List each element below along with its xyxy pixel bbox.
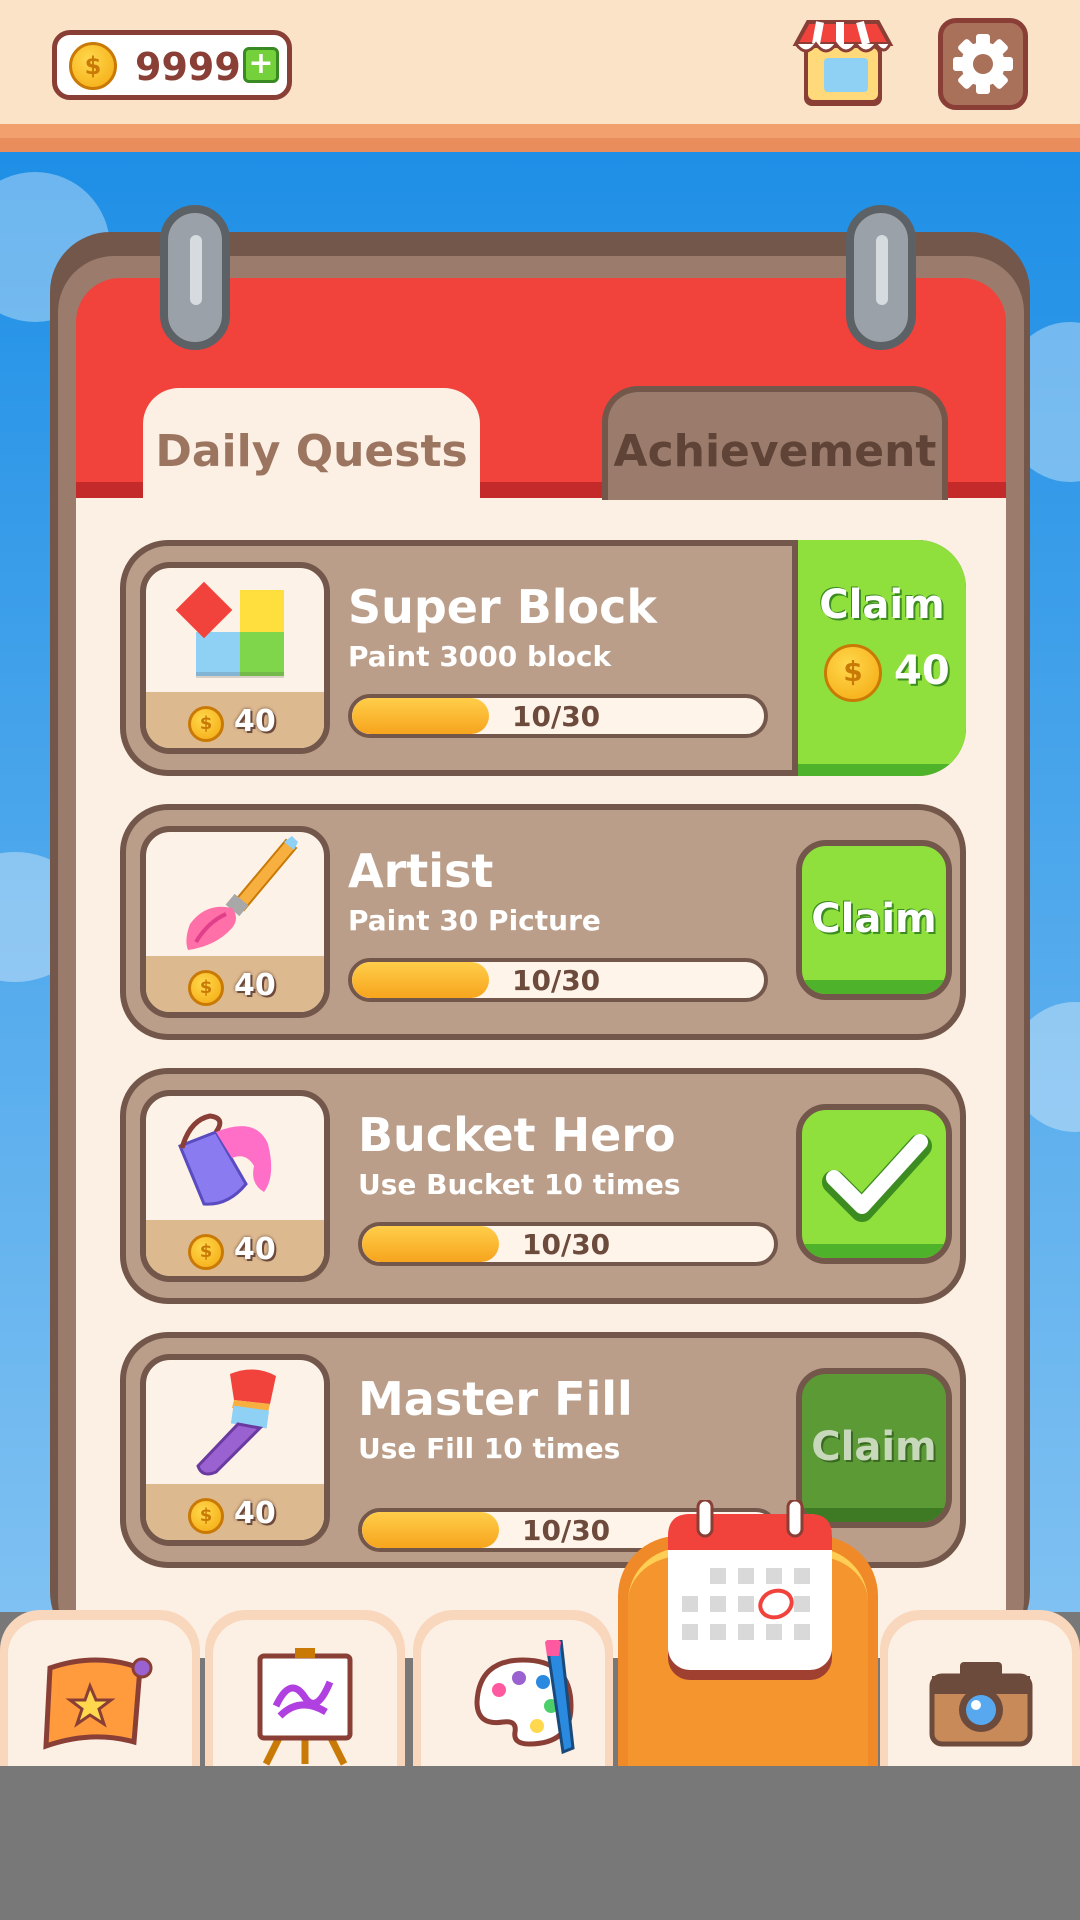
quest-thumbnail: $ 40 <box>140 562 330 754</box>
progress-fill <box>362 1226 500 1262</box>
settings-button[interactable] <box>938 18 1028 110</box>
quest-progress-bar: 10/30 <box>348 694 768 738</box>
progress-text: 10/30 <box>512 700 601 733</box>
quest-title: Master Fill <box>358 1372 633 1426</box>
paintbrush-icon <box>186 836 298 950</box>
checkmark-icon <box>822 1134 932 1222</box>
bottom-nav <box>0 1610 1080 1766</box>
claim-reward-amount: 40 <box>894 648 950 694</box>
coin-icon: $ <box>188 706 224 742</box>
claim-label: Claim <box>819 582 945 628</box>
progress-fill <box>352 698 490 734</box>
blocks-icon <box>175 581 284 678</box>
quest-thumbnail: $ 40 <box>140 826 330 1018</box>
nav-tab-levels[interactable] <box>0 1610 200 1766</box>
top-bar-stripe <box>0 124 1080 138</box>
gear-icon <box>953 34 1013 94</box>
claim-label: Claim <box>811 896 937 942</box>
quest-progress-bar: 10/30 <box>348 958 768 1002</box>
paint-bucket-icon <box>178 1113 272 1206</box>
binder-ring-right <box>846 205 916 350</box>
completed-button[interactable] <box>796 1104 952 1264</box>
quest-description: Use Bucket 10 times <box>358 1168 681 1201</box>
nav-tab-gallery[interactable] <box>205 1610 405 1766</box>
claim-reward-button[interactable]: Claim $ 40 <box>792 540 966 776</box>
claim-button[interactable]: Claim <box>796 840 952 1000</box>
add-coins-button[interactable]: + <box>243 47 279 83</box>
camera-icon <box>929 1662 1033 1747</box>
coin-icon: $ <box>69 42 117 90</box>
quest-description: Use Fill 10 times <box>358 1432 621 1465</box>
quest-reward: 40 <box>234 1232 276 1267</box>
palette-icon <box>474 1640 575 1755</box>
progress-text: 10/30 <box>512 964 601 997</box>
coin-icon: $ <box>188 1234 224 1270</box>
shop-icon <box>792 20 894 106</box>
screen-bottom-area <box>0 1766 1080 1920</box>
quest-title: Super Block <box>348 580 657 634</box>
quest-reward: 40 <box>234 704 276 739</box>
quest-thumbnail: $ 40 <box>140 1354 330 1546</box>
progress-fill <box>352 962 490 998</box>
quest-progress-bar: 10/30 <box>358 1222 778 1266</box>
progress-text: 10/30 <box>522 1228 611 1261</box>
button-shadow <box>798 764 966 776</box>
coin-count: 9999 <box>135 45 241 89</box>
calendar-icon <box>668 1500 832 1680</box>
tab-daily-quests[interactable]: Daily Quests <box>143 388 480 500</box>
nav-tab-camera[interactable] <box>880 1610 1080 1766</box>
fill-brush-icon <box>196 1369 276 1476</box>
progress-text: 10/30 <box>522 1514 611 1547</box>
quest-reward: 40 <box>234 968 276 1003</box>
quest-card: $ 40 Artist Paint 30 Picture 10/30 Claim <box>120 804 966 1040</box>
quest-reward: 40 <box>234 1496 276 1531</box>
coin-icon: $ <box>824 644 882 702</box>
coin-icon: $ <box>188 1498 224 1534</box>
claim-label: Claim <box>811 1424 937 1470</box>
easel-icon <box>257 1648 353 1766</box>
coin-balance: $ 9999 + <box>52 30 292 100</box>
coin-icon: $ <box>188 970 224 1006</box>
scroll-map-icon <box>43 1657 153 1750</box>
quest-description: Paint 3000 block <box>348 640 612 673</box>
shop-button[interactable] <box>790 18 896 110</box>
quest-description: Paint 30 Picture <box>348 904 601 937</box>
quest-card: $ 40 Bucket Hero Use Bucket 10 times 10/… <box>120 1068 966 1304</box>
top-bar-shadow <box>0 138 1080 152</box>
quest-thumbnail: $ 40 <box>140 1090 330 1282</box>
progress-fill <box>362 1512 500 1548</box>
quest-card: $ 40 Super Block Paint 3000 block 10/30 … <box>120 540 966 776</box>
tab-achievement[interactable]: Achievement <box>602 386 948 500</box>
quest-title: Artist <box>348 844 494 898</box>
quest-title: Bucket Hero <box>358 1108 676 1162</box>
button-shadow <box>802 980 946 994</box>
nav-tab-create[interactable] <box>413 1610 613 1766</box>
binder-ring-left <box>160 205 230 350</box>
